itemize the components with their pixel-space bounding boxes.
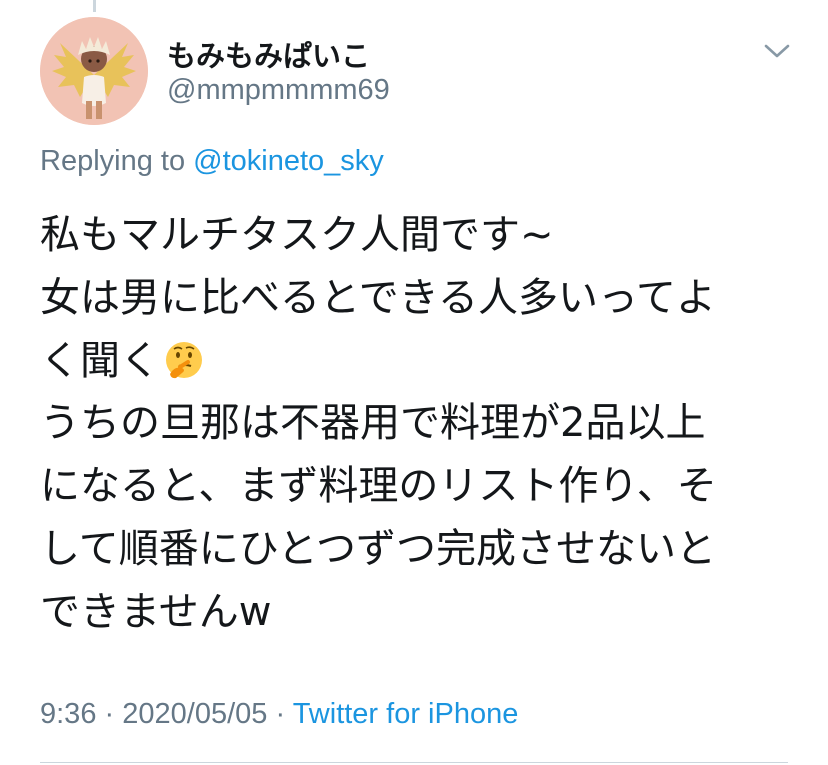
meta-separator: · [104, 698, 115, 730]
thinking-face-icon [164, 336, 204, 378]
tweet-source-link[interactable]: Twitter for iPhone [293, 698, 519, 730]
divider [40, 762, 788, 763]
tweet-time: 9:36 [40, 698, 97, 730]
display-name[interactable]: もみもみぱいこ [167, 33, 370, 75]
tweet-line: 女は男に比べるとできる人多いってよ [40, 274, 716, 321]
tweet-line: できませんw [40, 588, 272, 635]
thread-connector-line [93, 0, 96, 12]
tweet-line: して順番にひとつずつ完成させないと [40, 525, 716, 572]
tweet-line: うちの旦那は不器用で料理が2品以上 [40, 400, 706, 447]
avatar-illustration [40, 17, 148, 125]
replying-to-label: Replying to [40, 145, 186, 177]
tweet-date: 2020/05/05 [122, 698, 268, 730]
user-handle[interactable]: @mmpmmmm69 [167, 74, 390, 107]
tweet-text: 私もマルチタスク人間です~ 女は男に比べるとできる人多いってよ く聞く うちの旦… [40, 204, 790, 644]
tweet-line-text: く聞く [40, 337, 160, 384]
tweet-line: になると、まず料理のリスト作り、そ [40, 463, 717, 510]
reply-target-link[interactable]: @tokineto_sky [193, 145, 384, 177]
tweet-line: く聞く [40, 330, 790, 393]
tweet-line: 私もマルチタスク人間です~ [40, 212, 554, 258]
tweet-metadata: 9:36 · 2020/05/05 · Twitter for iPhone [40, 698, 518, 731]
chevron-down-icon[interactable] [762, 40, 792, 62]
avatar[interactable] [40, 17, 148, 125]
replying-to: Replying to @tokineto_sky [40, 145, 384, 178]
meta-separator: · [275, 698, 286, 730]
